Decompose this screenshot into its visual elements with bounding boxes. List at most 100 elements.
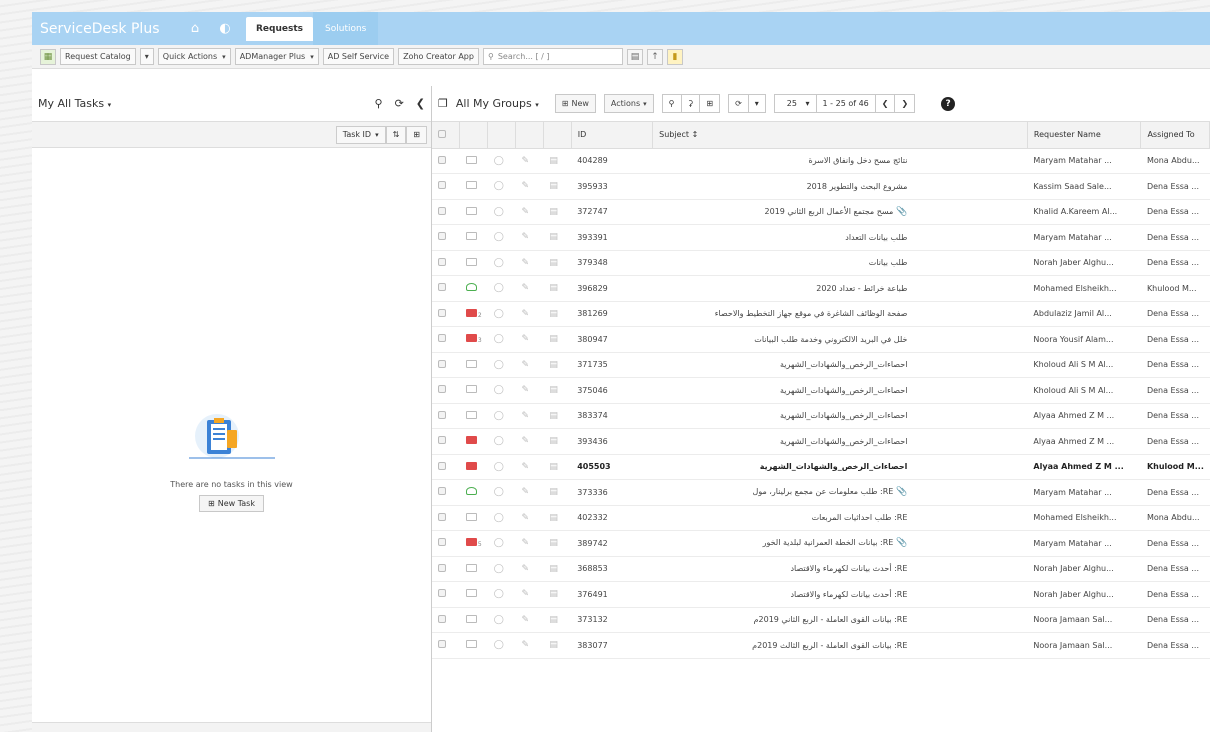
assigned-to[interactable]: Dena Essa ...	[1140, 352, 1210, 378]
edit-icon[interactable]: ✎	[515, 352, 544, 378]
requester-name[interactable]: Maryam Matahar ...	[1027, 224, 1141, 251]
mail-icon[interactable]	[459, 173, 488, 200]
mail-icon[interactable]	[459, 479, 488, 506]
table-row[interactable]: ◯ ✎ ▤ 405503 احصاءات_الرخص_والشهادات_الشهرية…	[432, 454, 1210, 480]
status-icon[interactable]: ◯	[487, 479, 516, 506]
tab-requests[interactable]: Requests	[246, 16, 314, 41]
requester-name[interactable]: Maryam Matahar ...	[1027, 479, 1141, 506]
request-id[interactable]: 373132	[571, 607, 653, 633]
row-checkbox[interactable]	[432, 301, 460, 327]
requester-name[interactable]: Alyaa Ahmed Z M ...	[1027, 403, 1141, 429]
app-logo[interactable]: ServiceDesk Plus	[40, 21, 180, 37]
status-icon[interactable]: ◯	[487, 607, 516, 633]
row-checkbox[interactable]	[432, 556, 460, 582]
edit-icon[interactable]: ✎	[515, 530, 544, 557]
status-icon[interactable]: ◯	[487, 403, 516, 429]
request-id[interactable]: 379348	[571, 250, 653, 276]
request-subject[interactable]: مشروع البحث والتطوير 2018	[652, 173, 1028, 200]
request-subject[interactable]: احصاءات_الرخص_والشهادات_الشهرية	[652, 428, 1028, 455]
calendar-icon[interactable]: ▤	[626, 48, 643, 65]
request-id[interactable]: 393436	[571, 428, 653, 455]
request-subject[interactable]: احصاءات_الرخص_والشهادات_الشهرية	[652, 352, 1028, 378]
request-icon[interactable]: ▦	[40, 48, 56, 65]
mail-icon[interactable]	[459, 581, 488, 608]
requester-name[interactable]: Noora Yousif Alam...	[1027, 326, 1141, 353]
quick-actions-button[interactable]: Quick Actions ▾	[157, 48, 231, 65]
status-icon[interactable]: ◯	[487, 556, 516, 582]
request-subject[interactable]: خلل في البريد الالكتروني وخدمة طلب البيا…	[652, 326, 1028, 353]
request-id[interactable]: 389742	[571, 530, 653, 557]
status-icon[interactable]: ◯	[487, 326, 516, 353]
requester-name[interactable]: Norah Jaber Alghu...	[1027, 556, 1141, 582]
header-subject[interactable]: Subject ↕	[652, 122, 1028, 149]
status-icon[interactable]: ◯	[487, 428, 516, 455]
requester-name[interactable]: Khalid A.Kareem Al...	[1027, 199, 1141, 225]
assigned-to[interactable]: Dena Essa ...	[1140, 199, 1210, 225]
note-icon[interactable]: ▤	[543, 428, 572, 455]
refresh-icon[interactable]: ⟳	[395, 97, 404, 110]
request-id[interactable]: 368853	[571, 556, 653, 582]
row-checkbox[interactable]	[432, 224, 460, 251]
status-icon[interactable]: ◯	[487, 505, 516, 531]
select-all-checkbox[interactable]	[432, 122, 461, 149]
request-subject[interactable]: 📎 RE: طلب معلومات عن مجمع برلينار، مول	[652, 479, 1028, 506]
ad-self-service-button[interactable]: AD Self Service	[322, 48, 395, 65]
row-checkbox[interactable]	[432, 581, 460, 608]
request-id[interactable]: 402332	[571, 505, 653, 531]
groups-view-selector[interactable]: All My Groups ▾	[456, 97, 539, 110]
note-icon[interactable]: ▤	[543, 632, 572, 659]
request-subject[interactable]: احصاءات_الرخص_والشهادات_الشهرية	[652, 403, 1028, 429]
status-icon[interactable]: ◯	[487, 454, 516, 480]
requester-name[interactable]: Kholoud Ali S M Al...	[1027, 352, 1141, 378]
status-icon[interactable]: ◯	[487, 199, 516, 225]
row-checkbox[interactable]	[432, 148, 460, 174]
assigned-to[interactable]: Khulood M...	[1140, 275, 1210, 302]
row-checkbox[interactable]	[432, 428, 460, 455]
table-row[interactable]: ◯ ✎ ▤ 383077 RE: بيانات القوى العاملة - الرب…	[432, 632, 1210, 659]
requester-name[interactable]: Maryam Matahar ...	[1027, 148, 1141, 174]
request-subject[interactable]: طلب بيانات التعداد	[652, 224, 1028, 251]
note-icon[interactable]: ▤	[543, 352, 572, 378]
request-subject[interactable]: طلب بيانات	[652, 250, 1028, 276]
row-checkbox[interactable]	[432, 377, 460, 404]
request-subject[interactable]: صفحة الوظائف الشاغرة في موقع جهاز التخطي…	[652, 301, 1028, 327]
row-checkbox[interactable]	[432, 250, 460, 276]
request-subject[interactable]: احصاءات_الرخص_والشهادات_الشهرية	[652, 377, 1028, 404]
new-task-button[interactable]: ⊞ New Task	[199, 495, 264, 512]
requester-name[interactable]: Kassim Saad Sale...	[1027, 173, 1141, 200]
assigned-to[interactable]: Dena Essa ...	[1140, 301, 1210, 327]
mail-icon[interactable]	[459, 403, 488, 429]
status-icon[interactable]: ◯	[487, 530, 516, 557]
column-chooser-icon[interactable]: ⊞	[700, 95, 719, 112]
status-icon[interactable]: ◯	[487, 173, 516, 200]
task-sort-select[interactable]: Task ID ▾	[335, 125, 386, 144]
row-checkbox[interactable]	[432, 607, 460, 633]
prev-page-icon[interactable]: ❮	[876, 95, 896, 112]
edit-icon[interactable]: ✎	[515, 148, 544, 174]
status-icon[interactable]: ◯	[487, 275, 516, 302]
table-row[interactable]: ◯ ✎ ▤ 373132 RE: بيانات القوى العاملة - الرب…	[432, 607, 1210, 633]
header-assigned[interactable]: Assigned To	[1140, 122, 1210, 149]
request-catalog-button[interactable]: Request Catalog	[60, 48, 136, 65]
table-row[interactable]: 5 ◯ ✎ ▤ 389742 📎 RE: بيانات الخطة العمرانية ل…	[432, 530, 1210, 557]
request-id[interactable]: 371735	[571, 352, 653, 378]
assigned-to[interactable]: Dena Essa ...	[1140, 377, 1210, 404]
collapse-icon[interactable]: ❮	[416, 97, 425, 110]
mail-icon[interactable]	[459, 505, 488, 531]
table-row[interactable]: ◯ ✎ ▤ 404289 نتائج مسح دخل وانفاق الاسرة Mary…	[432, 148, 1210, 174]
assigned-to[interactable]: Dena Essa ...	[1140, 607, 1210, 633]
row-checkbox[interactable]	[432, 454, 460, 480]
mail-icon[interactable]	[459, 199, 488, 225]
assigned-to[interactable]: Dena Essa ...	[1140, 326, 1210, 353]
request-id[interactable]: 372747	[571, 199, 653, 225]
note-icon[interactable]: ▤	[543, 581, 572, 608]
assigned-to[interactable]: Dena Essa ...	[1140, 632, 1210, 659]
request-id[interactable]: 376491	[571, 581, 653, 608]
mail-icon[interactable]	[459, 352, 488, 378]
row-checkbox[interactable]	[432, 530, 460, 557]
table-row[interactable]: 2 ◯ ✎ ▤ 381269 صفحة الوظائف الشاغرة في موقع ج…	[432, 301, 1210, 327]
edit-icon[interactable]: ✎	[515, 250, 544, 276]
edit-icon[interactable]: ✎	[515, 275, 544, 302]
new-request-button[interactable]: ⊞ New	[554, 94, 596, 113]
copy-icon[interactable]: ❐	[438, 97, 448, 110]
